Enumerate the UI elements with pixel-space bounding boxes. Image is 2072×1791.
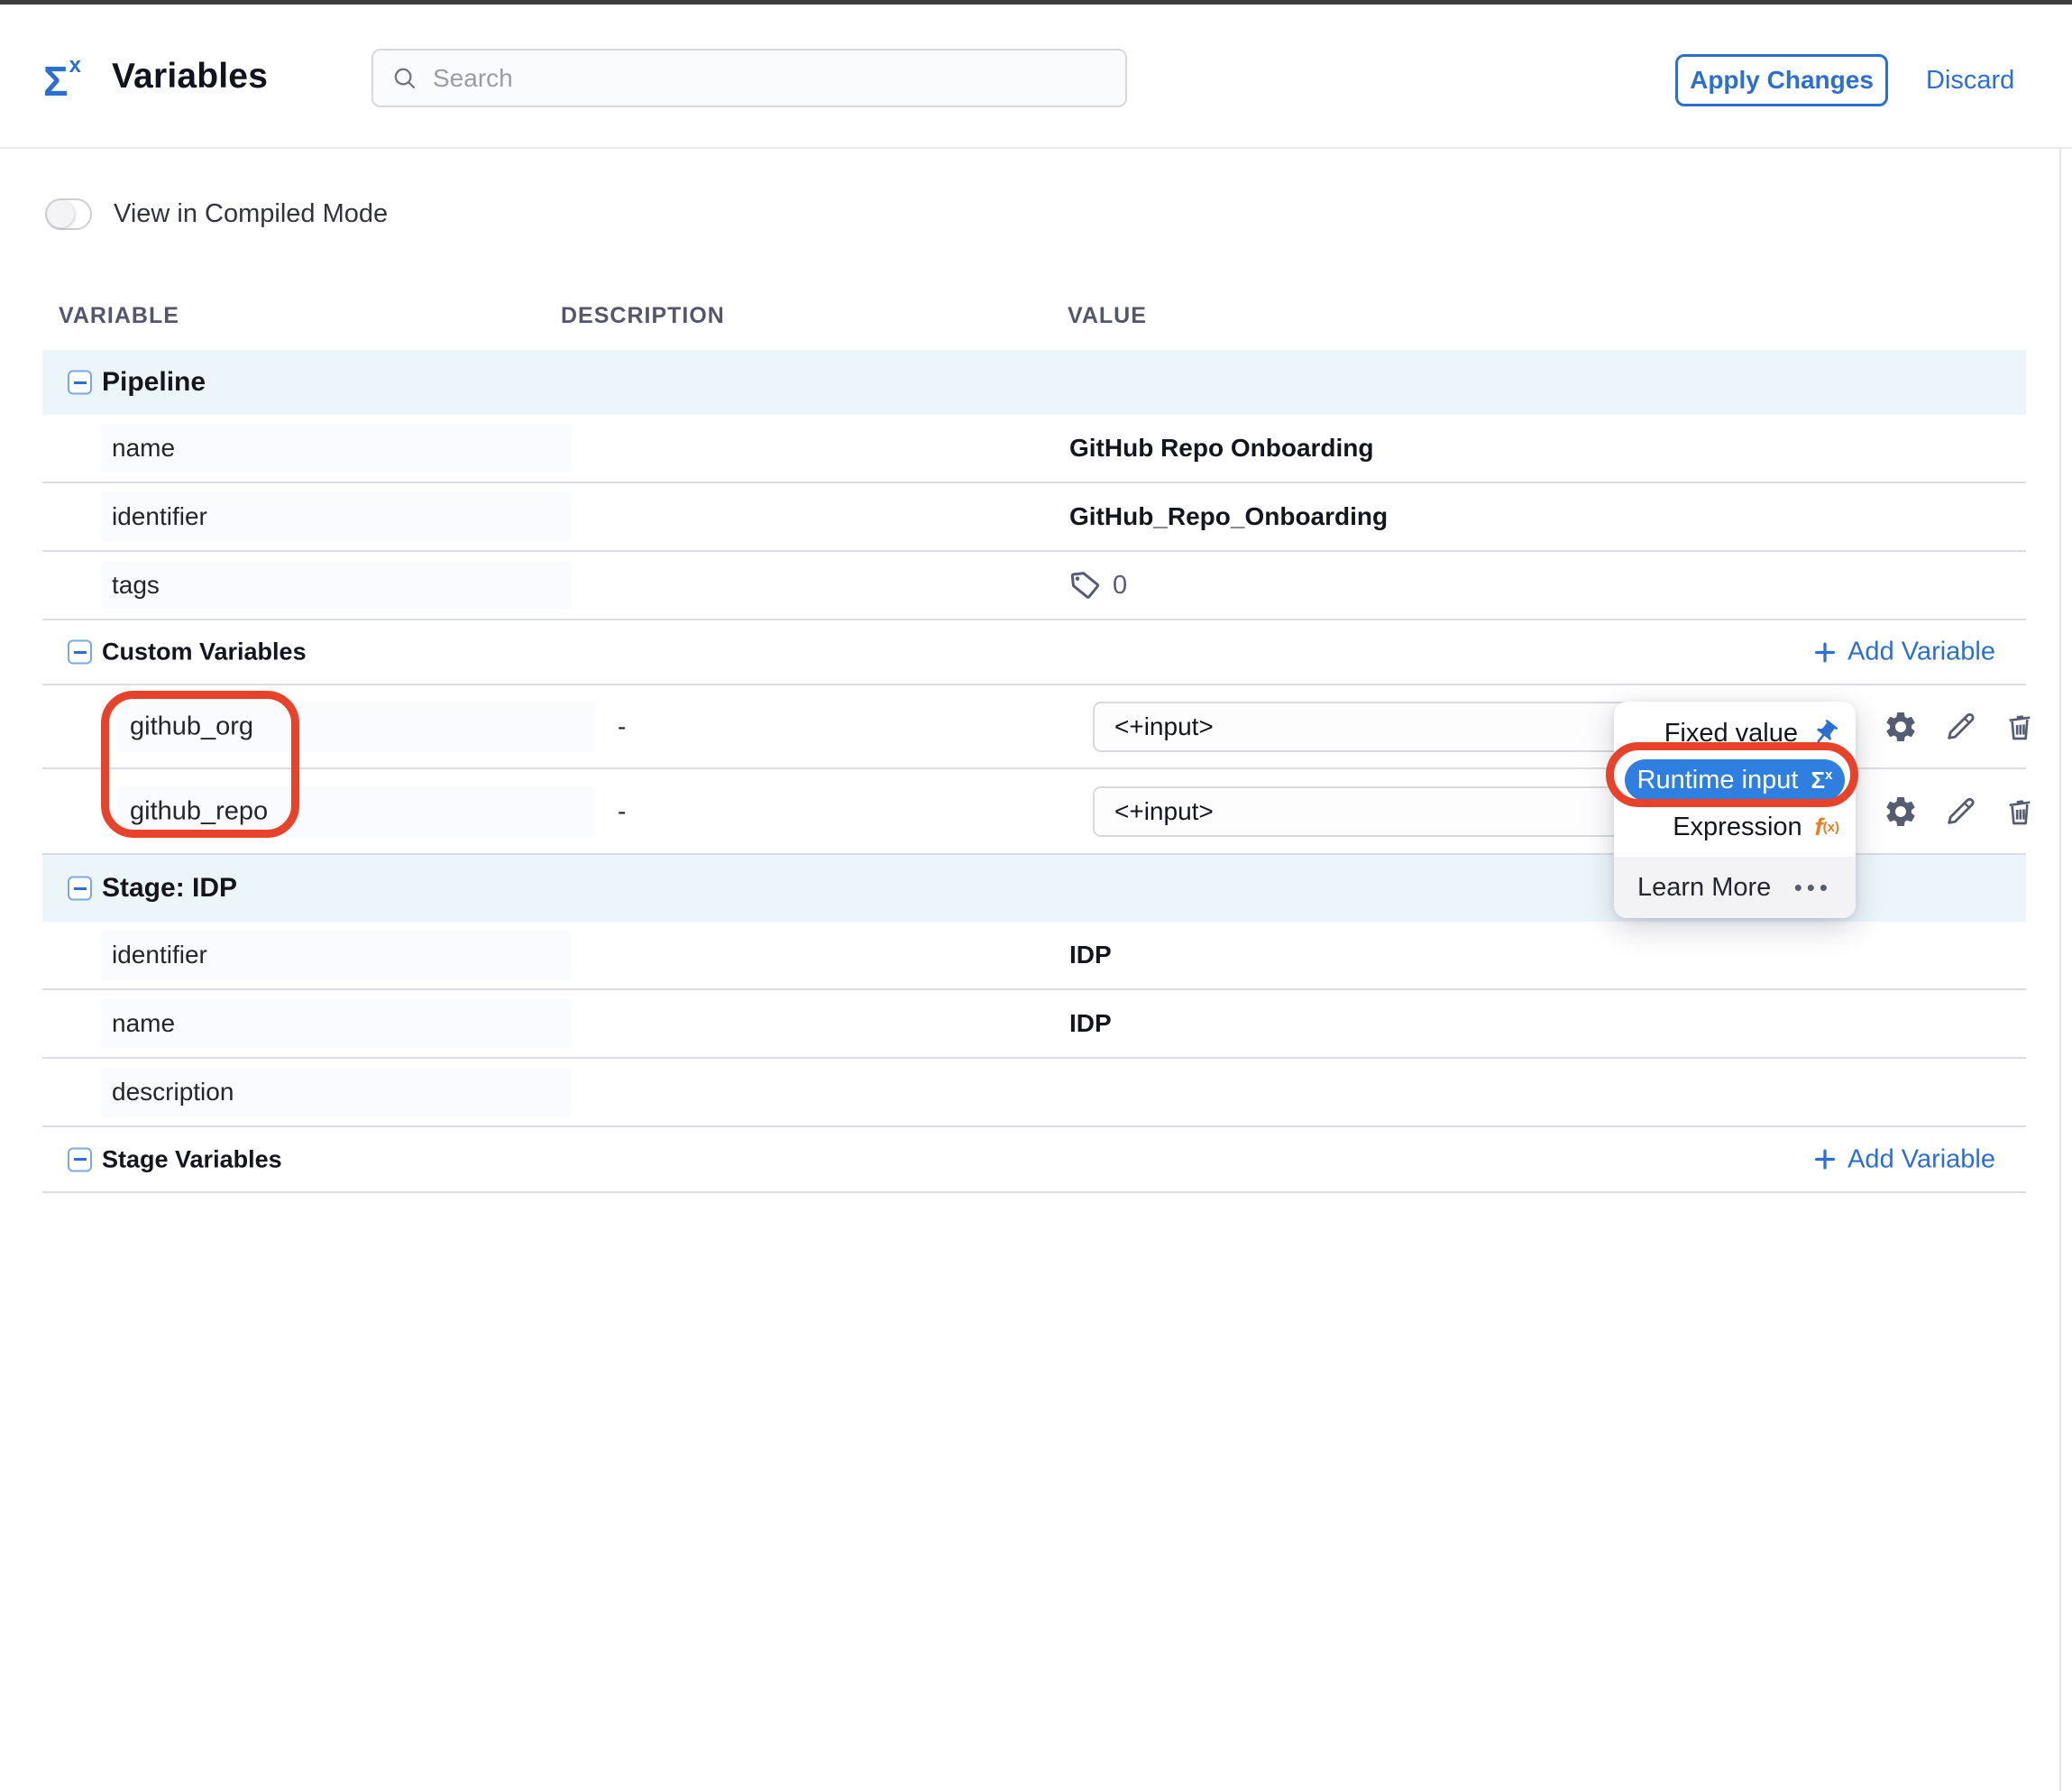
variables-sigma-icon: Σx bbox=[43, 55, 81, 102]
menu-item-fixed-value[interactable]: Fixed value bbox=[1614, 711, 1856, 756]
table-row-stage-description: description bbox=[42, 1059, 2026, 1127]
trash-icon bbox=[2002, 794, 2038, 830]
variables-panel: Σx Variables Apply Changes Discard View … bbox=[0, 0, 2072, 1791]
apply-changes-button[interactable]: Apply Changes bbox=[1675, 54, 1888, 106]
delete-variable-button[interactable] bbox=[2001, 708, 2039, 746]
collapse-minus-icon[interactable] bbox=[68, 371, 92, 395]
add-variable-button[interactable]: Add Variable bbox=[1811, 638, 1995, 667]
edit-variable-button[interactable] bbox=[1941, 793, 1979, 831]
table-column-headers: VARIABLE DESCRIPTION VALUE bbox=[42, 299, 2026, 350]
search-icon bbox=[391, 65, 418, 92]
collapse-minus-icon[interactable] bbox=[68, 1147, 92, 1171]
expression-fx-icon: f(x) bbox=[1815, 813, 1839, 841]
collapse-minus-icon[interactable] bbox=[68, 877, 92, 901]
search-box[interactable] bbox=[371, 49, 1127, 107]
menu-item-runtime-input[interactable]: Runtime input Σx bbox=[1625, 759, 1845, 801]
pin-icon bbox=[1811, 719, 1839, 748]
variable-description: - bbox=[618, 712, 626, 741]
edit-variable-button[interactable] bbox=[1941, 708, 1979, 746]
value-type-gear-button[interactable] bbox=[1882, 708, 1920, 746]
tag-icon bbox=[1068, 567, 1104, 603]
value-type-menu: Fixed value Runtime input Σx Expression … bbox=[1614, 702, 1856, 918]
value-type-gear-button[interactable] bbox=[1882, 793, 1920, 831]
row-actions bbox=[1882, 708, 2039, 746]
trash-icon bbox=[2002, 709, 2038, 745]
menu-footer: Learn More ••• bbox=[1614, 857, 1856, 918]
variable-value-input[interactable]: <+input> bbox=[1093, 786, 1636, 837]
table-row-pipeline-name: name GitHub Repo Onboarding bbox=[42, 415, 2026, 483]
tags-count: 0 bbox=[1113, 571, 1127, 601]
variable-name-chip bbox=[101, 561, 573, 610]
row-value: IDP bbox=[1069, 1009, 1112, 1038]
add-variable-button[interactable]: Add Variable bbox=[1811, 1144, 1995, 1174]
search-input[interactable] bbox=[433, 64, 1064, 93]
subsection-title: Stage Variables bbox=[102, 1145, 282, 1173]
subsection-header-stage-variables: Stage Variables Add Variable bbox=[42, 1127, 2026, 1193]
tags-value: 0 bbox=[1069, 569, 1127, 602]
section-header-pipeline[interactable]: Pipeline bbox=[42, 350, 2026, 415]
collapse-minus-icon[interactable] bbox=[68, 640, 92, 665]
compiled-mode-label: View in Compiled Mode bbox=[114, 199, 388, 229]
variable-value-input[interactable]: <+input> bbox=[1093, 702, 1636, 752]
menu-item-expression[interactable]: Expression f(x) bbox=[1614, 804, 1856, 850]
row-value: GitHub_Repo_Onboarding bbox=[1069, 502, 1388, 531]
gear-icon bbox=[1883, 709, 1919, 745]
section-title: Stage: IDP bbox=[102, 873, 237, 904]
column-header-value: VALUE bbox=[1068, 303, 1147, 329]
subsection-title: Custom Variables bbox=[102, 638, 307, 666]
row-label: identifier bbox=[112, 502, 207, 531]
table-row-stage-identifier: identifier IDP bbox=[42, 922, 2026, 990]
page-title: Variables bbox=[112, 57, 268, 96]
row-label: name bbox=[112, 1009, 175, 1038]
column-header-variable: VARIABLE bbox=[59, 303, 179, 329]
table-row-pipeline-identifier: identifier GitHub_Repo_Onboarding bbox=[42, 483, 2026, 552]
compiled-mode-toggle[interactable] bbox=[45, 198, 92, 230]
row-value: GitHub Repo Onboarding bbox=[1069, 434, 1374, 463]
toggle-knob bbox=[48, 201, 74, 227]
variable-name: github_org bbox=[130, 712, 253, 741]
subsection-header-custom-variables: Custom Variables Add Variable bbox=[42, 620, 2026, 685]
discard-button[interactable]: Discard bbox=[1926, 66, 2014, 96]
table-row-stage-name: name IDP bbox=[42, 990, 2026, 1059]
scrollbar-track[interactable] bbox=[2059, 5, 2061, 1791]
variable-description: - bbox=[618, 797, 626, 826]
pencil-icon bbox=[1942, 709, 1978, 745]
table-row-pipeline-tags: tags 0 bbox=[42, 552, 2026, 620]
learn-more-link[interactable]: Learn More bbox=[1637, 873, 1771, 903]
column-header-description: DESCRIPTION bbox=[561, 303, 725, 329]
sigma-sup: x bbox=[69, 53, 81, 78]
pencil-icon bbox=[1942, 794, 1978, 830]
row-label: description bbox=[112, 1078, 234, 1107]
plus-icon bbox=[1811, 638, 1838, 666]
section-title: Pipeline bbox=[102, 367, 206, 398]
more-options-dots-icon[interactable]: ••• bbox=[1794, 874, 1832, 902]
row-actions bbox=[1882, 793, 2039, 831]
runtime-sigma-icon: Σx bbox=[1811, 767, 1832, 794]
row-label: name bbox=[112, 434, 175, 463]
row-label: identifier bbox=[112, 941, 207, 969]
variable-name: github_repo bbox=[130, 796, 268, 826]
plus-icon bbox=[1811, 1146, 1838, 1173]
delete-variable-button[interactable] bbox=[2001, 793, 2039, 831]
gear-icon bbox=[1883, 794, 1919, 830]
row-label: tags bbox=[112, 571, 160, 600]
compiled-mode-row: View in Compiled Mode bbox=[45, 198, 388, 230]
app-header: Σx Variables Apply Changes Discard bbox=[0, 5, 2072, 149]
row-value: IDP bbox=[1069, 941, 1112, 969]
